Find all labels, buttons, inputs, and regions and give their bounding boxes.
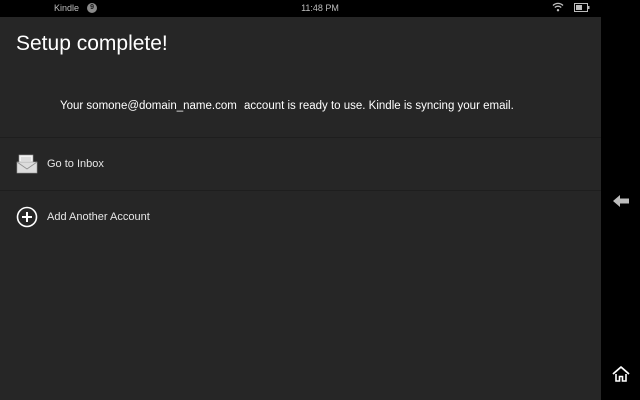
status-time: 11:48 PM — [301, 3, 339, 13]
back-arrow-icon[interactable] — [610, 192, 632, 210]
message-email: Your somone@domain_name.com — [60, 100, 237, 112]
go-to-inbox-label: Go to Inbox — [47, 158, 104, 170]
main-content: Setup complete! Your somone@domain_name.… — [0, 17, 601, 400]
setup-message: Your somone@domain_name.com account is r… — [60, 100, 514, 112]
add-another-account-row[interactable]: Add Another Account — [0, 191, 601, 243]
wifi-icon — [552, 2, 564, 14]
add-another-account-label: Add Another Account — [47, 211, 150, 223]
add-circle-icon — [16, 206, 38, 228]
status-bar: Kindle 9 11:48 PM — [0, 0, 640, 17]
battery-icon — [574, 2, 590, 14]
home-icon[interactable] — [610, 365, 632, 383]
message-text: account is ready to use. Kindle is synci… — [244, 100, 514, 112]
page-title: Setup complete! — [16, 32, 168, 55]
side-nav-panel — [601, 17, 640, 400]
status-right — [552, 2, 590, 14]
go-to-inbox-row[interactable]: Go to Inbox — [0, 138, 601, 190]
inbox-envelope-icon — [16, 153, 38, 175]
